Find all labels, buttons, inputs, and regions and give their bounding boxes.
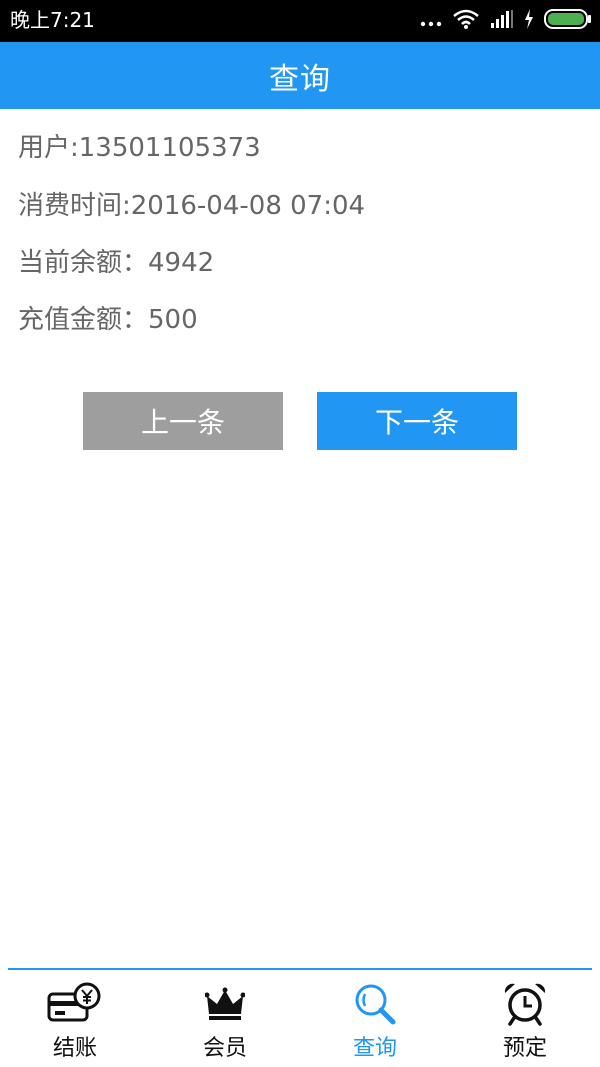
tab-query[interactable]: 查询 (300, 970, 450, 1067)
tab-query-label: 查询 (352, 1036, 397, 1061)
alarm-clock-icon (497, 982, 553, 1026)
tab-checkout[interactable]: 结账 (0, 970, 150, 1067)
title-bar: 查询 (0, 42, 600, 109)
more-dots-icon (420, 12, 442, 31)
next-record-button[interactable]: 下一条 (317, 392, 517, 450)
recharge-info: 充值金额：500 (18, 305, 198, 335)
user-info: 用户:13501105373 (18, 133, 261, 163)
previous-record-button[interactable]: 上一条 (83, 392, 283, 450)
page-title: 查询 (269, 61, 331, 97)
wifi-icon (452, 8, 480, 34)
consume-time-info: 消费时间:2016-04-08 07:04 (18, 191, 366, 221)
tab-checkout-label: 结账 (52, 1036, 97, 1061)
status-bar: 晚上7:21 (0, 0, 600, 42)
tab-reserve[interactable]: 预定 (450, 970, 600, 1067)
signal-icon (490, 9, 514, 33)
status-time: 晚上7:21 (10, 8, 95, 32)
tab-member[interactable]: 会员 (150, 970, 300, 1067)
tab-member-label: 会员 (202, 1036, 247, 1061)
crown-icon (197, 982, 253, 1026)
status-icons (420, 8, 592, 34)
bottom-tab-bar: 结账 会员 查询 预定 (0, 970, 600, 1067)
tab-reserve-label: 预定 (502, 1036, 547, 1061)
card-yen-icon (47, 982, 103, 1026)
charging-icon (524, 9, 534, 33)
battery-icon (544, 8, 592, 34)
balance-info: 当前余额：4942 (18, 248, 215, 278)
search-icon (347, 982, 403, 1026)
